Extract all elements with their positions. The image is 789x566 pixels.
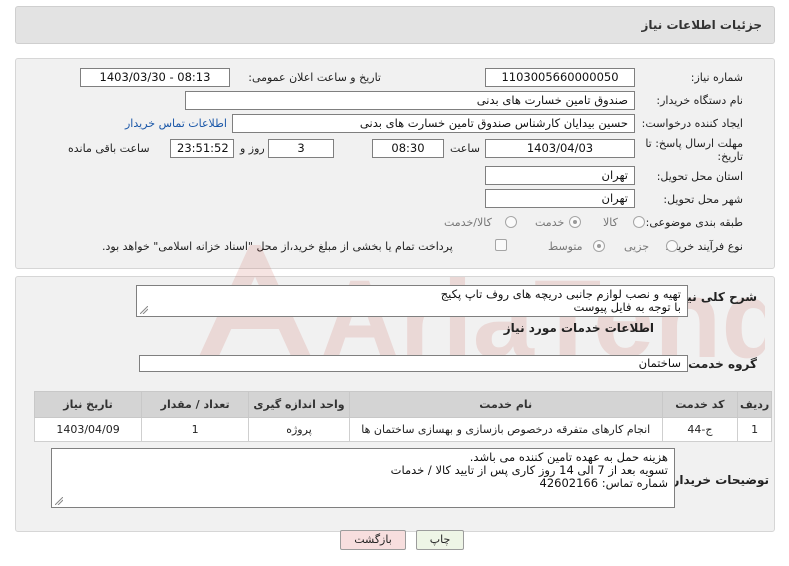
deadline-time-label: ساعت bbox=[450, 142, 480, 155]
category-option-service: خدمت bbox=[535, 216, 565, 229]
announce-field[interactable]: 1403/03/30 - 08:13 bbox=[80, 68, 230, 87]
province-label: استان محل تحویل: bbox=[656, 170, 743, 183]
deadline-date-field[interactable]: 1403/04/03 bbox=[485, 139, 635, 158]
col-header-row-number: ردیف bbox=[737, 391, 772, 418]
city-label: شهر محل تحویل: bbox=[663, 193, 743, 206]
process-radio-minor[interactable] bbox=[666, 240, 678, 252]
deadline-time-field[interactable]: 08:30 bbox=[372, 139, 444, 158]
table-header-row: ردیف کد خدمت نام خدمت واحد اندازه گیری ت… bbox=[33, 391, 772, 418]
cell-service-name: انجام کارهای متفرقه درخصوص بازسازی و بهس… bbox=[348, 417, 663, 442]
remaining-time-field[interactable]: 23:51:52 bbox=[170, 139, 234, 158]
col-header-quantity: تعداد / مقدار bbox=[141, 391, 250, 418]
col-header-unit: واحد اندازه گیری bbox=[248, 391, 350, 418]
page-header: جزئیات اطلاعات نیاز bbox=[15, 6, 775, 44]
city-field[interactable]: تهران bbox=[485, 189, 635, 208]
cell-quantity: 1 bbox=[141, 417, 250, 442]
service-group-label: گروه خدمت: bbox=[683, 357, 757, 371]
print-button[interactable]: چاپ bbox=[416, 530, 464, 550]
description-textarea[interactable]: تهیه و نصب لوازم جانبی دریچه های روف تاپ… bbox=[136, 285, 688, 317]
back-button[interactable]: بازگشت bbox=[340, 530, 406, 550]
description-line-2: با توجه به فایل پیوست bbox=[573, 300, 681, 314]
creator-field[interactable]: حسین بیدایان کارشناس صندوق تامین خسارت ه… bbox=[232, 114, 635, 133]
cell-row-number: 1 bbox=[737, 417, 772, 442]
resize-handle-icon[interactable] bbox=[55, 497, 63, 505]
announce-label: تاریخ و ساعت اعلان عمومی: bbox=[248, 71, 381, 84]
col-header-service-name: نام خدمت bbox=[348, 391, 663, 418]
category-option-goods-service: کالا/خدمت bbox=[444, 216, 492, 229]
cell-unit: پروژه bbox=[248, 417, 350, 442]
service-group-field[interactable]: ساختمان bbox=[139, 355, 688, 372]
process-radio-medium[interactable] bbox=[593, 240, 605, 252]
deadline-label-line2: تاریخ: bbox=[717, 150, 743, 163]
table-row: 1 ج-44 انجام کارهای متفرقه درخصوص بازساز… bbox=[33, 417, 772, 442]
buyer-notes-line-3: شماره تماس: 42602166 bbox=[539, 476, 669, 490]
remaining-label: ساعت باقی مانده bbox=[68, 142, 150, 155]
category-radio-goods-service[interactable] bbox=[505, 216, 517, 228]
need-info-panel bbox=[15, 58, 775, 269]
page-title: جزئیات اطلاعات نیاز bbox=[641, 18, 762, 32]
cell-service-code: ج-44 bbox=[661, 417, 739, 442]
resize-handle-icon[interactable] bbox=[140, 306, 148, 314]
buyer-notes-label: توضیحات خریدار: bbox=[667, 473, 769, 487]
col-header-service-code: کد خدمت bbox=[661, 391, 739, 418]
province-field[interactable]: تهران bbox=[485, 166, 635, 185]
services-section-title: اطلاعات خدمات مورد نیاز bbox=[503, 321, 654, 335]
process-option-minor: جزیی bbox=[624, 240, 650, 253]
need-number-field[interactable]: 1103005660000050 bbox=[485, 68, 635, 87]
category-option-goods: کالا bbox=[603, 216, 618, 229]
category-label: طبقه بندی موضوعی: bbox=[645, 216, 743, 229]
days-label: روز و bbox=[240, 142, 265, 155]
treasury-payment-checkbox[interactable] bbox=[495, 239, 507, 251]
category-radio-service[interactable] bbox=[569, 216, 581, 228]
category-radio-goods[interactable] bbox=[633, 216, 645, 228]
need-number-label: شماره نیاز: bbox=[690, 71, 743, 84]
cell-need-date: 1403/04/09 bbox=[33, 417, 143, 442]
creator-label: ایجاد کننده درخواست: bbox=[641, 117, 743, 130]
services-table: ردیف کد خدمت نام خدمت واحد اندازه گیری ت… bbox=[33, 391, 772, 442]
buyer-contact-link[interactable]: اطلاعات تماس خریدار bbox=[125, 117, 227, 130]
col-header-need-date: تاریخ نیاز bbox=[33, 391, 143, 418]
process-option-medium: متوسط bbox=[548, 240, 583, 253]
remaining-days-field[interactable]: 3 bbox=[268, 139, 334, 158]
buyer-notes-textarea[interactable]: هزینه حمل به عهده تامین کننده می باشد. ت… bbox=[51, 448, 675, 508]
buyer-org-label: نام دستگاه خریدار: bbox=[656, 94, 743, 107]
deadline-label-line1: مهلت ارسال پاسخ: تا bbox=[645, 137, 743, 150]
treasury-payment-note: پرداخت تمام یا بخشی از مبلغ خرید،از محل … bbox=[102, 240, 453, 253]
buyer-org-field[interactable]: صندوق تامین خسارت های بدنی bbox=[185, 91, 635, 110]
